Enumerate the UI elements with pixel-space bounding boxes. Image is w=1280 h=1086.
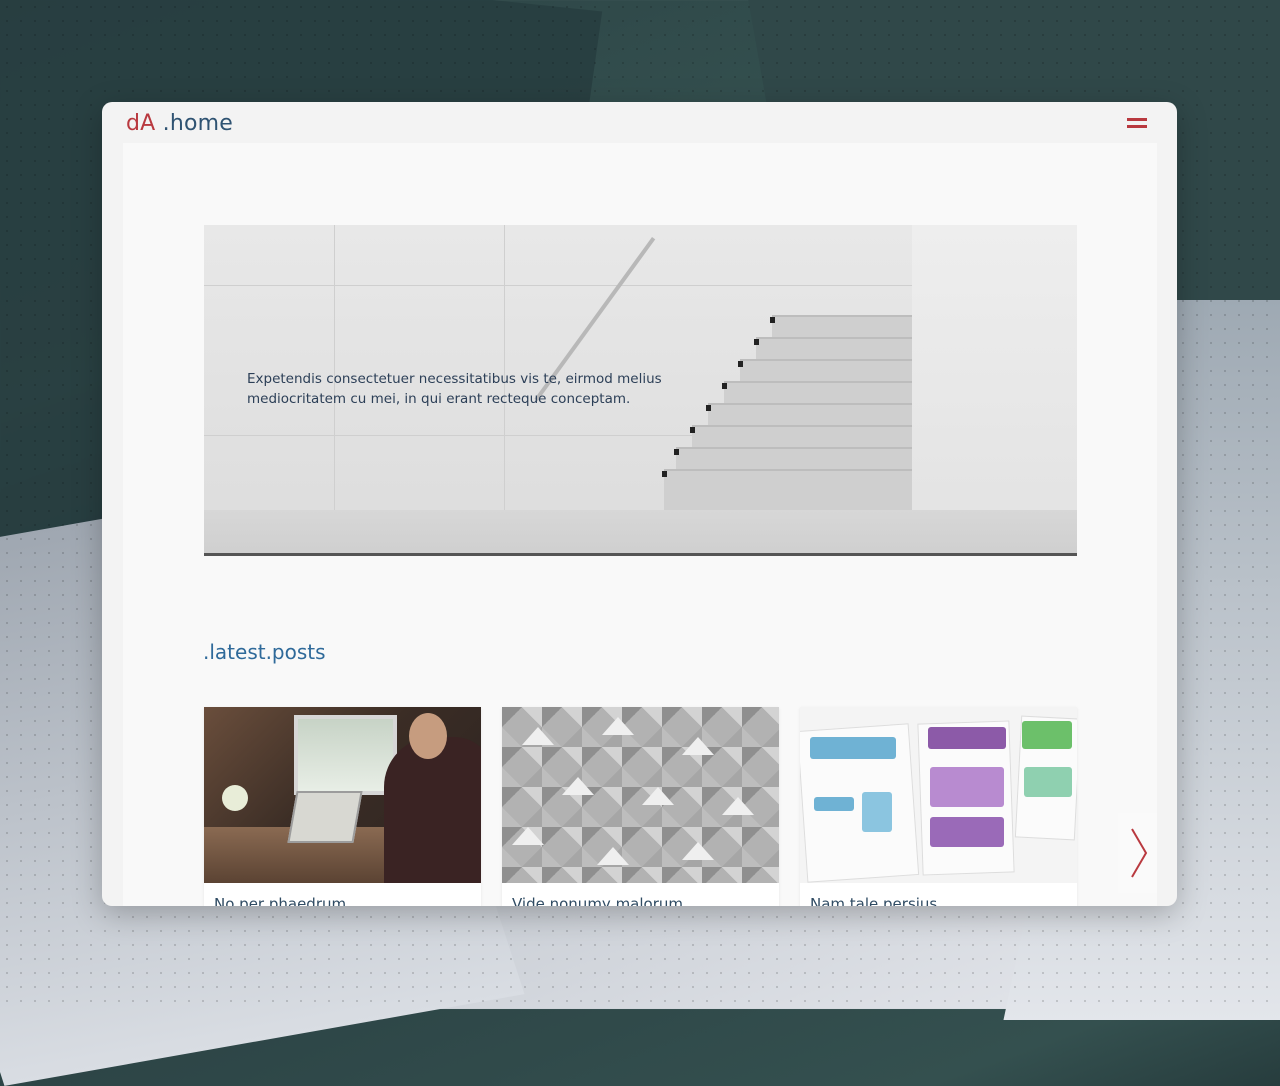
chevron-right-icon xyxy=(1131,828,1148,878)
post-card[interactable]: Nam tale persius xyxy=(800,707,1077,906)
hero-staircase-image xyxy=(662,315,912,512)
top-bar: dA .home xyxy=(102,102,1177,144)
page-content: Expetendis consectetuer necessitatibus v… xyxy=(123,143,1157,906)
post-title[interactable]: No per phaedrum xyxy=(214,895,346,906)
post-title[interactable]: Nam tale persius xyxy=(810,895,937,906)
post-thumbnail[interactable] xyxy=(502,707,779,883)
latest-posts-title: .latest.posts xyxy=(203,640,326,664)
post-card[interactable]: No per phaedrum xyxy=(204,707,481,906)
hero-text: Expetendis consectetuer necessitatibus v… xyxy=(247,371,662,407)
hero-banner: Expetendis consectetuer necessitatibus v… xyxy=(204,225,1077,556)
post-title[interactable]: Vide nonumy malorum xyxy=(512,895,683,906)
logo-mark: dA xyxy=(126,111,156,136)
post-card[interactable]: Vide nonumy malorum xyxy=(502,707,779,906)
hamburger-icon[interactable] xyxy=(1127,117,1147,129)
site-logo[interactable]: dA .home xyxy=(126,111,233,136)
post-thumbnail[interactable] xyxy=(800,707,1077,883)
browser-window: dA .home Expetendis consectetuer necessi… xyxy=(102,102,1177,906)
logo-text: .home xyxy=(162,111,233,136)
carousel-next-button[interactable] xyxy=(1118,813,1157,893)
post-thumbnail[interactable] xyxy=(204,707,481,883)
latest-posts-carousel: No per phaedrum Vide nonumy malorum Nam … xyxy=(204,707,1077,906)
